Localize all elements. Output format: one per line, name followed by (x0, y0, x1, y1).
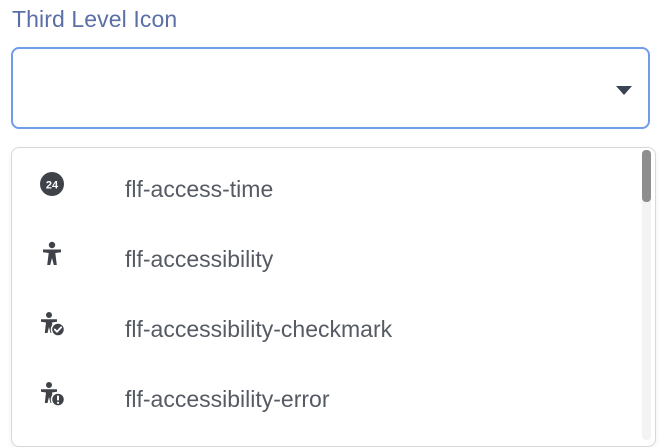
field-label: Third Level Icon (12, 6, 178, 32)
option-label: flf-accessibility-checkmark (125, 316, 393, 342)
third-level-icon-select[interactable] (11, 47, 650, 129)
option-label: flf-accessibility-error (125, 386, 330, 412)
caret-down-icon[interactable] (616, 86, 632, 95)
dropdown-scrollbar[interactable] (642, 150, 651, 440)
option-accessibility[interactable]: flf-accessibility (12, 222, 640, 292)
option-accessibility-error[interactable]: flf-accessibility-error (12, 362, 640, 432)
scrollbar-thumb[interactable] (642, 150, 651, 202)
option-label: flf-accessibility (125, 246, 274, 272)
dropdown-menu: 24 flf-access-time flf-accessibility flf… (11, 147, 656, 447)
option-accessibility-checkmark[interactable]: flf-accessibility-checkmark (12, 292, 640, 362)
option-access-time[interactable]: 24 flf-access-time (12, 152, 640, 222)
access-time-badge: 24 (46, 180, 59, 192)
accessibility-checkmark-icon (41, 312, 66, 337)
accessibility-error-icon (41, 382, 66, 407)
option-label: flf-access-time (125, 176, 274, 202)
accessibility-icon (43, 241, 61, 265)
access-time-24-icon: 24 (40, 172, 64, 196)
